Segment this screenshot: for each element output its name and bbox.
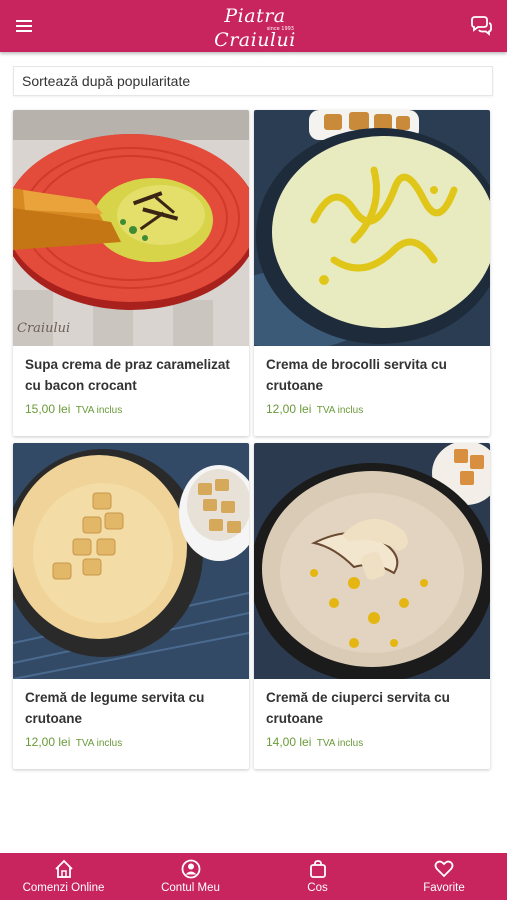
tva-note: TVA inclus — [316, 738, 364, 749]
product-card[interactable]: Crema de brocolli servita cu crutoane 12… — [254, 110, 490, 436]
product-price: 15,00 lei TVA inclus — [25, 402, 123, 416]
bottom-navigation: Comenzi Online Contul Meu Cos Favorite — [0, 853, 507, 900]
nav-label: Comenzi Online — [22, 882, 105, 894]
chat-bubbles-icon[interactable] — [469, 14, 493, 38]
product-image-mushroom-cream — [254, 443, 490, 679]
home-icon — [54, 859, 73, 878]
tva-note: TVA inclus — [75, 738, 123, 749]
logo-since-text: since 1993 — [266, 26, 294, 32]
product-price: 14,00 lei TVA inclus — [266, 735, 364, 749]
sort-dropdown[interactable]: Sortează după popularitate — [13, 66, 493, 96]
logo-main-text: Piatra Craiului — [214, 5, 296, 51]
user-icon — [181, 859, 200, 879]
product-card[interactable]: Cremă de ciuperci servita cu crutoane 14… — [254, 443, 490, 769]
heart-icon — [434, 860, 454, 878]
hamburger-menu-icon[interactable] — [14, 15, 36, 37]
product-price: 12,00 lei TVA inclus — [266, 402, 364, 416]
product-card[interactable]: Craiului Supa crema de praz caramelizat … — [13, 110, 249, 436]
product-title[interactable]: Crema de brocolli servita cu crutoane — [266, 354, 480, 396]
product-title[interactable]: Cremă de ciuperci servita cu crutoane — [266, 687, 480, 729]
product-price: 12,00 lei TVA inclus — [25, 735, 123, 749]
nav-label: Cos — [307, 882, 328, 894]
tva-note: TVA inclus — [75, 405, 123, 416]
shopping-bag-icon — [309, 860, 326, 878]
nav-cos[interactable]: Cos — [254, 853, 381, 900]
nav-label: Favorite — [423, 882, 465, 894]
product-image-vegetable-cream — [13, 443, 249, 679]
top-app-bar: Piatra Craiului since 1993 restaurant pi… — [0, 0, 507, 63]
tva-note: TVA inclus — [316, 405, 364, 416]
product-title[interactable]: Supa crema de praz caramelizat cu bacon … — [25, 354, 239, 396]
product-image-leek-soup: Craiului — [13, 110, 249, 346]
nav-favorite[interactable]: Favorite — [381, 853, 507, 900]
nav-comenzi-online[interactable]: Comenzi Online — [0, 853, 127, 900]
nav-label: Contul Meu — [161, 882, 220, 894]
watermark-text: Craiului — [17, 321, 70, 336]
product-image-broccoli-cream — [254, 110, 490, 346]
nav-contul-meu[interactable]: Contul Meu — [127, 853, 254, 900]
logo-subtitle: restaurant pizzerie — [207, 55, 303, 63]
product-card[interactable]: Cremă de legume servita cu crutoane 12,0… — [13, 443, 249, 769]
restaurant-logo[interactable]: Piatra Craiului since 1993 restaurant pi… — [190, 4, 320, 63]
product-title[interactable]: Cremă de legume servita cu crutoane — [25, 687, 239, 729]
